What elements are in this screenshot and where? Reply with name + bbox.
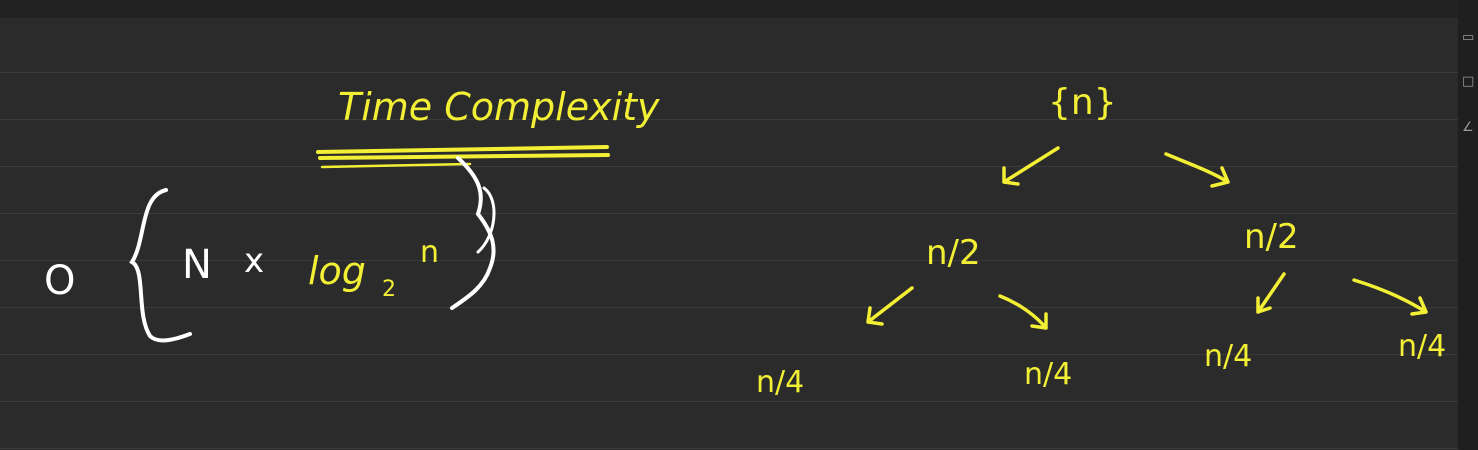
right-brace-mark [450, 156, 496, 310]
right-toolbar: ▭ □ ∠ [1458, 0, 1478, 450]
shape-icon[interactable]: □ [1462, 74, 1476, 90]
tree-node-left: n/2 [926, 233, 981, 273]
arrow-right-left [1256, 272, 1286, 314]
tree-leaf-1: n/4 [756, 365, 804, 400]
whiteboard-app: Time Complexity O N x log 2 n {n} n/2 n/… [0, 0, 1478, 450]
heading-underline-2 [318, 153, 610, 160]
pen-icon[interactable]: ∠ [1462, 120, 1476, 136]
tree-root: {n} [1048, 82, 1117, 123]
arrow-right-right [1352, 278, 1428, 316]
tree-node-right: n/2 [1244, 217, 1299, 257]
eraser-icon[interactable]: ▭ [1462, 30, 1476, 46]
tree-leaf-4: n/4 [1398, 329, 1446, 364]
arrow-left-left [866, 286, 914, 326]
formula-times-sign: x [244, 241, 264, 281]
heading-text: Time Complexity [338, 85, 660, 129]
heading-underline-3 [320, 162, 472, 169]
tree-leaf-3: n/4 [1204, 339, 1252, 374]
tree-leaf-2: n/4 [1024, 357, 1072, 392]
formula-log-text: log [308, 249, 366, 293]
arrow-root-left [1002, 146, 1060, 186]
arrow-left-right [998, 294, 1048, 330]
ink-layer: Time Complexity O N x log 2 n {n} n/2 n/… [44, 82, 1446, 400]
big-o-symbol: O [44, 258, 75, 304]
formula-log-arg: n [420, 235, 439, 270]
formula-log-base: 2 [382, 277, 396, 302]
formula-n-variable: N [182, 242, 212, 288]
heading-underline-1 [316, 145, 609, 154]
arrow-root-right [1164, 152, 1230, 188]
